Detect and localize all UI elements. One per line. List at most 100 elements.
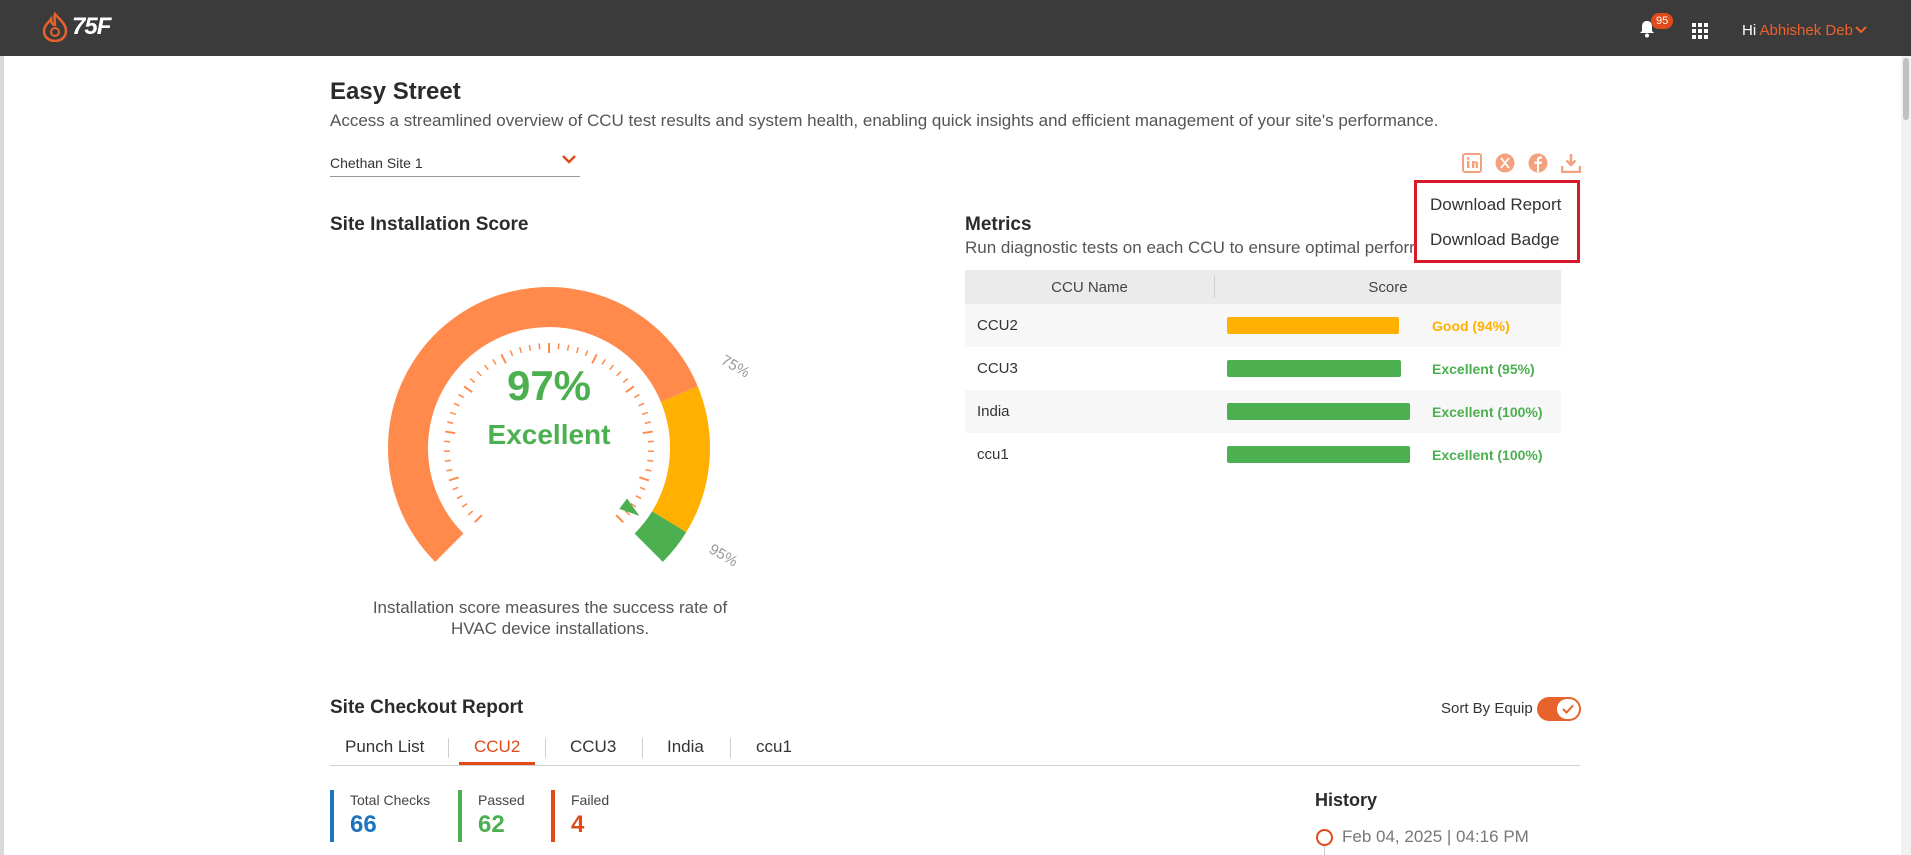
history-timeline-line [1324, 846, 1325, 855]
stat-failed: Failed 4 [551, 790, 609, 842]
gauge-tick [639, 476, 650, 482]
gauge-threshold-label: 95% [706, 541, 741, 571]
tab-ccu2[interactable]: CCU2 [474, 737, 520, 757]
metrics-table-header: CCU Name Score [965, 270, 1561, 304]
score-bar [1227, 403, 1410, 420]
gauge-tick [633, 393, 640, 399]
stat-value: 4 [571, 811, 585, 838]
gauge-tick [476, 370, 482, 377]
installation-score-description: Installation score measures the success … [372, 598, 728, 638]
user-greeting[interactable]: Hi Abhishek Deb [1742, 22, 1853, 39]
tab-punch-list[interactable]: Punch List [345, 737, 424, 757]
gauge-tick [463, 385, 473, 393]
flame-logo-icon [42, 12, 68, 42]
score-bar [1227, 360, 1401, 377]
score-bar [1227, 317, 1399, 334]
facebook-icon[interactable] [1528, 153, 1548, 173]
gauge-tick [444, 459, 451, 462]
score-bar [1227, 446, 1410, 463]
score-label: Excellent (95%) [1432, 360, 1535, 377]
stat-total-checks: Total Checks 66 [330, 790, 430, 842]
ccu-name: CCU2 [977, 317, 1018, 334]
gauge-tick [469, 377, 476, 384]
gauge-tick [635, 495, 642, 500]
download-report-item[interactable]: Download Report [1430, 195, 1561, 215]
gauge-segment-mid [651, 386, 710, 533]
gauge-tick [446, 468, 453, 472]
gauge-tick [528, 344, 532, 351]
gauge-tick [452, 486, 459, 491]
page-title: Easy Street [330, 78, 461, 105]
stat-label: Passed [478, 792, 525, 808]
tab-ccu3[interactable]: CCU3 [570, 737, 616, 757]
metrics-table-body: CCU2 Good (94%) CCU3 Excellent (95%) India Ex… [965, 304, 1561, 476]
gauge-score-value: 97% [507, 362, 591, 409]
chevron-down-icon[interactable] [1855, 26, 1867, 34]
scrollbar-thumb[interactable] [1903, 58, 1909, 120]
page-subtitle: Access a streamlined overview of CCU tes… [330, 111, 1439, 130]
logo-text: 75F [72, 13, 111, 40]
checkout-report-title: Site Checkout Report [330, 697, 524, 718]
metrics-row: India Excellent (100%) [965, 390, 1561, 433]
tab-ccu1[interactable]: ccu1 [756, 737, 792, 757]
greeting-text: Hi [1742, 22, 1757, 39]
gauge-threshold-label: 75% [718, 352, 750, 382]
history-title: History [1315, 790, 1378, 810]
gauge-tick [625, 385, 635, 393]
gauge-tick [584, 350, 589, 357]
chevron-down-icon [562, 155, 576, 164]
ccu-name: India [977, 403, 1010, 420]
user-name: Abhishek Deb [1759, 22, 1853, 39]
gauge-tick [467, 510, 474, 516]
ccu-name: CCU3 [977, 360, 1018, 377]
metrics-title: Metrics [965, 214, 1032, 235]
gauge-tick [641, 411, 649, 416]
gauge-tick [474, 514, 483, 523]
metrics-row: ccu1 Excellent (100%) [965, 433, 1561, 476]
gauge-tick [566, 344, 570, 351]
gauge-tick [484, 364, 489, 371]
sort-by-equip-label: Sort By Equip [1441, 700, 1533, 717]
x-icon[interactable] [1495, 153, 1515, 173]
tab-india[interactable]: India [667, 737, 704, 757]
gauge-tick [575, 346, 580, 354]
tab-divider [545, 738, 546, 758]
gauge-tick [492, 358, 497, 365]
ccu-name: ccu1 [977, 446, 1009, 463]
gauge-tick [616, 370, 622, 377]
gauge-tick [639, 486, 646, 491]
stat-label: Failed [571, 792, 610, 808]
site-selector[interactable]: Chethan Site 1 [330, 151, 580, 177]
history-entry[interactable]: Feb 04, 2025 | 04:16 PM [1342, 827, 1529, 847]
scrollbar-track[interactable] [1901, 56, 1911, 855]
gauge-tick [500, 353, 507, 364]
logo[interactable]: 75F [42, 12, 111, 42]
stat-passed: Passed 62 [458, 790, 525, 842]
site-selector-value: Chethan Site 1 [330, 155, 423, 171]
tab-divider [730, 738, 731, 758]
history-timeline-dot [1316, 829, 1333, 846]
notification-badge: 95 [1651, 13, 1674, 29]
gauge-tick [638, 402, 645, 407]
gauge-tick [447, 421, 454, 425]
score-label: Excellent (100%) [1432, 446, 1543, 463]
installation-score-title: Site Installation Score [330, 214, 529, 235]
linkedin-icon[interactable] [1462, 153, 1482, 173]
apps-grid-icon[interactable] [1692, 23, 1708, 39]
gauge-pointer-icon [619, 498, 640, 516]
check-icon [1562, 704, 1574, 714]
score-label: Excellent (100%) [1432, 403, 1543, 420]
top-bar [0, 0, 1911, 56]
gauge-tick [445, 430, 456, 435]
toggle-knob [1557, 699, 1579, 719]
gauge-tick [645, 468, 652, 472]
gauge-tick [461, 503, 468, 508]
score-label: Good (94%) [1432, 317, 1510, 334]
gauge-tick [538, 343, 541, 350]
gauge-tick [642, 430, 653, 435]
tab-divider [642, 738, 643, 758]
download-icon[interactable] [1561, 153, 1581, 173]
column-header-score: Score [1368, 278, 1408, 296]
active-tab-indicator [459, 762, 535, 765]
download-badge-item[interactable]: Download Badge [1430, 230, 1559, 250]
